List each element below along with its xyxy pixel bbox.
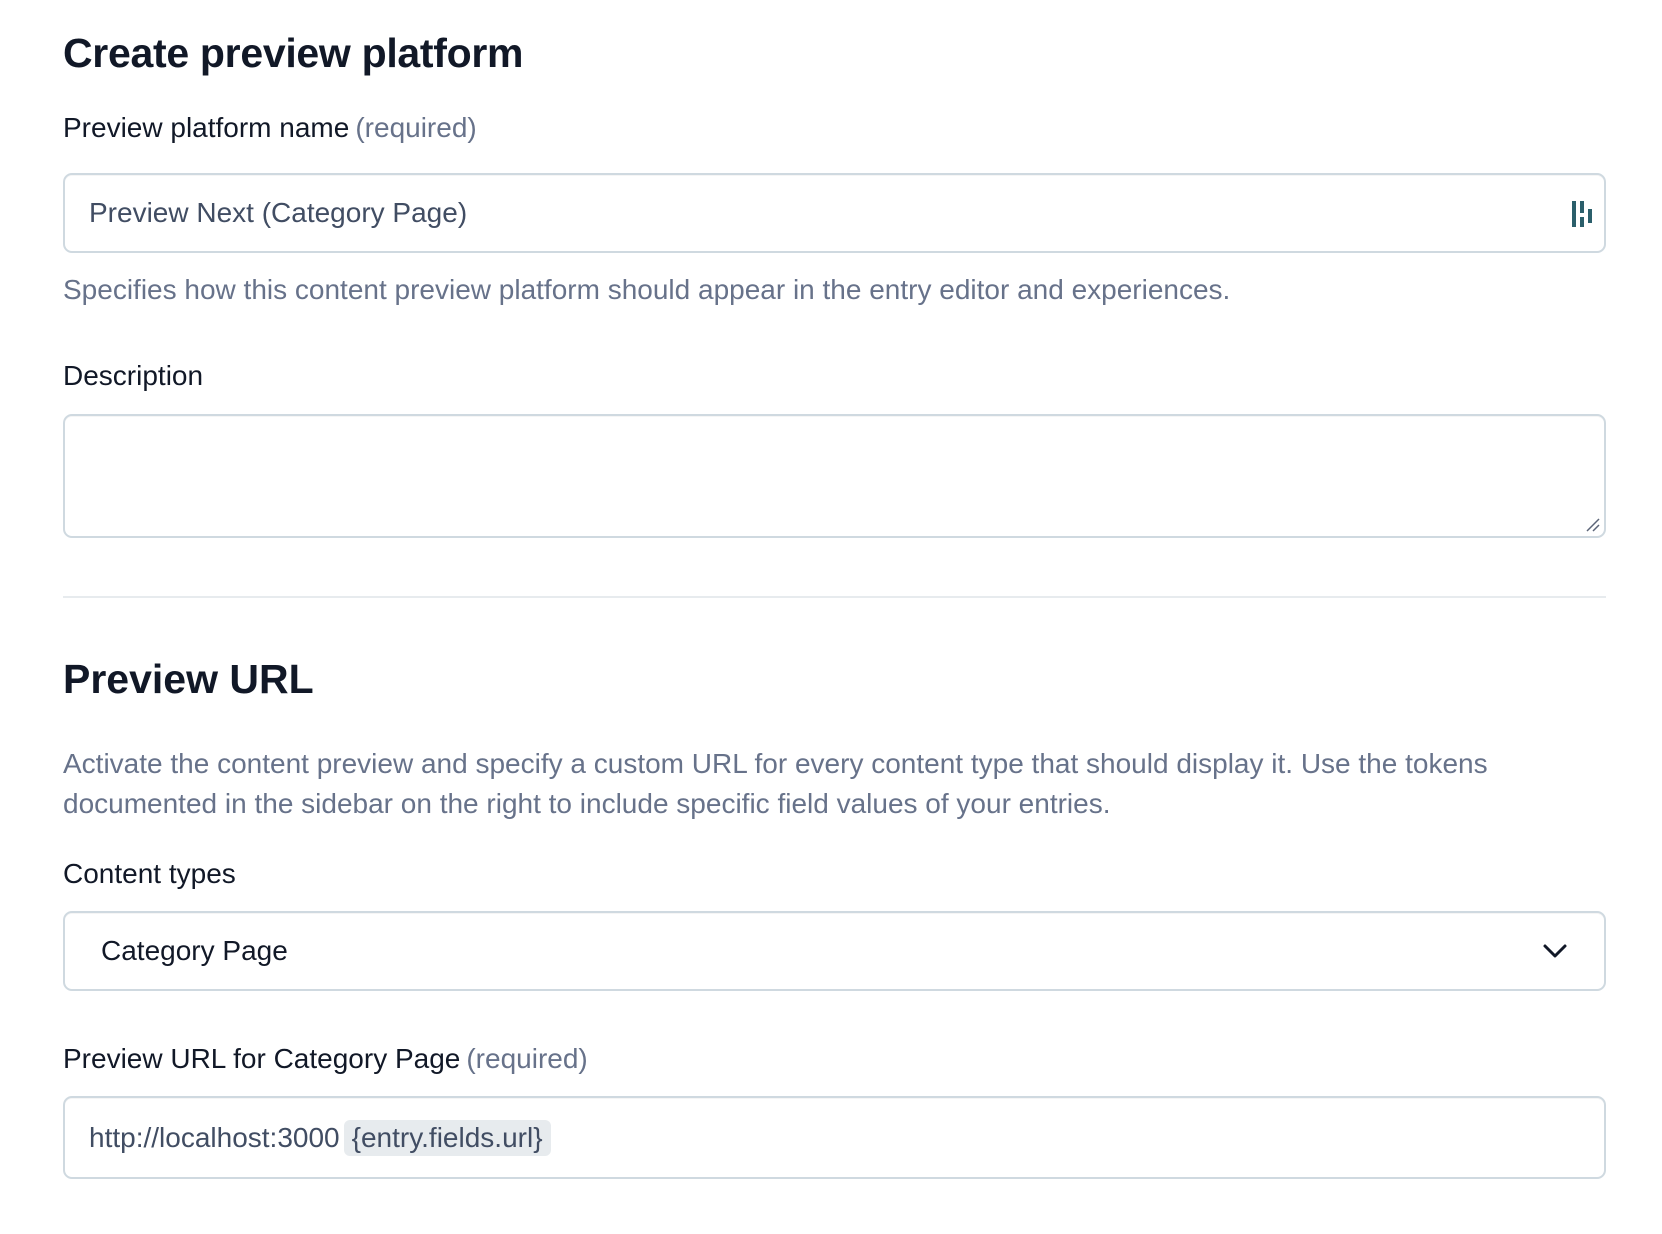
name-label-text: Preview platform name: [63, 112, 350, 143]
preview-url-field-label: Preview URL for Category Page (required): [63, 1043, 588, 1075]
required-indicator: (required): [355, 112, 477, 143]
name-field-label: Preview platform name (required): [63, 112, 477, 144]
description-label: Description: [63, 360, 204, 391]
resize-handle-icon[interactable]: [1584, 516, 1600, 532]
preview-url-value: http://localhost:3000 {entry.fields.url}: [89, 1119, 551, 1156]
page-title: Create preview platform: [63, 30, 524, 76]
description-textarea[interactable]: [63, 414, 1606, 538]
platform-name-input[interactable]: Preview Next (Category Page): [63, 173, 1606, 253]
preview-url-heading: Preview URL: [63, 656, 314, 702]
chevron-down-icon: [1543, 944, 1567, 958]
extension-icon[interactable]: [1570, 199, 1596, 229]
preview-url-label-text: Preview URL for Category Page: [63, 1043, 461, 1074]
preview-url-input[interactable]: http://localhost:3000 {entry.fields.url}: [63, 1096, 1606, 1179]
content-types-selected: Category Page: [101, 935, 288, 966]
name-field-help: Specifies how this content preview platf…: [63, 274, 1231, 305]
preview-url-help: Activate the content preview and specify…: [63, 748, 1488, 819]
url-token[interactable]: {entry.fields.url}: [343, 1119, 551, 1156]
preview-url-base: http://localhost:3000: [89, 1121, 340, 1153]
content-types-label: Content types: [63, 858, 236, 889]
section-divider: [63, 596, 1606, 598]
platform-name-value: Preview Next (Category Page): [89, 197, 468, 228]
content-types-select[interactable]: Category Page: [63, 911, 1606, 991]
required-indicator: (required): [466, 1043, 588, 1074]
